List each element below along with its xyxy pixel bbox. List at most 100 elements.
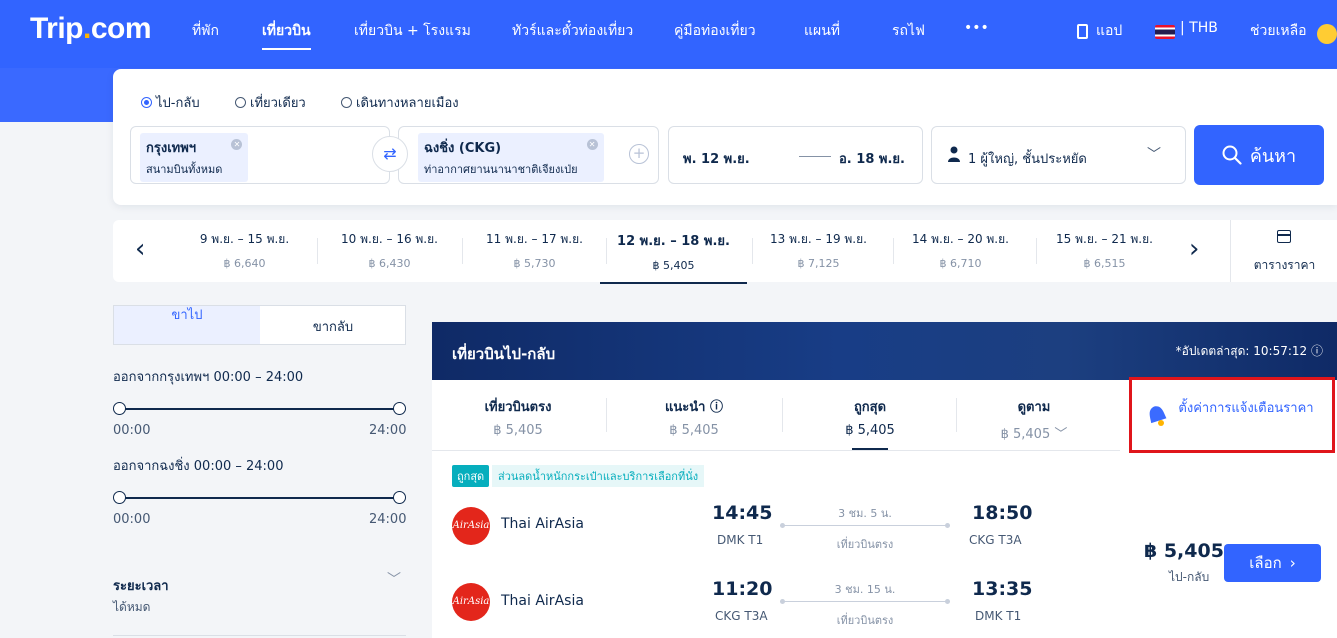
airline-name: Thai AirAsia [501, 593, 584, 609]
flight-duration: 3 ชม. 15 น. [834, 583, 896, 596]
date-option[interactable]: 13 พ.ย. – 19 พ.ย. ฿ 7,125 [747, 230, 890, 270]
results-panel: เที่ยวบินไป-กลับ *อัปเดตล่าสุด: 10:57:12… [432, 322, 1337, 638]
departure-time-filter-label: ออกจากกรุงเทพฯ 00:00 – 24:00 [113, 370, 304, 385]
search-button[interactable]: ค้นหา [1194, 125, 1324, 185]
radio-icon [341, 97, 352, 108]
sort-tab-direct[interactable]: เที่ยวบินตรง฿ 5,405 [432, 396, 604, 438]
nav-item-guides[interactable]: คู่มือท่องเที่ยว [674, 20, 756, 48]
duration-filter-value: ได้หมด [113, 600, 151, 614]
last-updated-text: *อัปเดตล่าสุด: 10:57:12 [1175, 344, 1308, 358]
return-date: อ. 18 พ.ย. [839, 152, 905, 167]
swap-cities-button[interactable]: ⇄ [372, 136, 408, 172]
chevron-left-icon[interactable]: ‹ [135, 234, 145, 264]
nav-item-tours[interactable]: ทัวร์และตั๋วท่องเที่ยว [512, 20, 633, 48]
sort-tab-recommended[interactable]: แนะนำ ⓘ ฿ 5,405 [608, 396, 780, 438]
passenger-field[interactable]: 1 ผู้ใหญ่, ชั้นประหยัด ﹀ [931, 126, 1186, 184]
stop-info: เที่ยวบินตรง [836, 614, 894, 627]
departure-airport: DMK T1 [717, 533, 764, 547]
origin-airport: สนามบินทั้งหมด [146, 163, 223, 176]
chevron-right-icon[interactable]: › [1189, 234, 1199, 264]
coin-icon[interactable] [1317, 24, 1337, 44]
divider [782, 398, 783, 432]
slider-handle-start[interactable] [113, 491, 126, 504]
date-price: ฿ 5,730 [513, 257, 556, 270]
logo-text: Trip [30, 12, 84, 45]
arrival-airport: CKG T3A [969, 533, 1022, 547]
trip-type-oneway[interactable]: เที่ยวเดียว [235, 92, 306, 113]
radio-selected-icon [141, 97, 152, 108]
sort-tab-title: เที่ยวบินตรง [484, 400, 552, 415]
slider-max-label: 24:00 [369, 512, 407, 527]
info-icon[interactable]: ⓘ [1311, 344, 1323, 358]
duration-filter-title[interactable]: ระยะเวลา [113, 575, 169, 596]
add-destination-icon[interactable]: + [629, 144, 649, 164]
sort-tab-cheapest[interactable]: ถูกสุด฿ 5,405 [784, 396, 956, 450]
slider-handle-start[interactable] [113, 402, 126, 415]
departure-airport: CKG T3A [715, 609, 768, 623]
nav-item-hotels[interactable]: ที่พัก [192, 20, 219, 48]
cheapest-badge: ถูกสุด [452, 465, 490, 487]
date-price: ฿ 6,710 [939, 257, 982, 270]
nav-item-trains[interactable]: รถไฟ [892, 20, 925, 48]
flight-path-line [780, 599, 950, 604]
time-slider-track[interactable] [119, 408, 401, 410]
slider-min-label: 00:00 [113, 512, 151, 527]
phone-icon[interactable] [1077, 24, 1088, 39]
date-option[interactable]: 14 พ.ย. – 20 พ.ย. ฿ 6,710 [889, 230, 1032, 270]
thai-flag-icon[interactable] [1155, 25, 1175, 39]
trip-type-label: เที่ยวเดียว [250, 96, 306, 111]
date-price: ฿ 6,515 [1083, 257, 1126, 270]
date-field[interactable]: พ. 12 พ.ย. อ. 18 พ.ย. [668, 126, 923, 184]
date-price: ฿ 6,430 [368, 257, 411, 270]
date-range: 11 พ.ย. – 17 พ.ย. [486, 232, 583, 246]
origin-field[interactable]: กรุงเทพฯ สนามบินทั้งหมด ✕ [130, 126, 390, 184]
date-option[interactable]: 15 พ.ย. – 21 พ.ย. ฿ 6,515 [1033, 230, 1176, 270]
results-header: เที่ยวบินไป-กลับ *อัปเดตล่าสุด: 10:57:12… [432, 322, 1337, 380]
currency-selector[interactable]: | THB [1180, 20, 1218, 42]
date-price: ฿ 5,405 [652, 259, 695, 272]
time-slider-track[interactable] [119, 497, 401, 499]
clear-icon[interactable]: ✕ [231, 139, 243, 150]
slider-handle-end[interactable] [393, 491, 406, 504]
trip-type-roundtrip[interactable]: ไป-กลับ [141, 92, 200, 113]
trip-type-label: ไป-กลับ [156, 96, 200, 111]
person-icon [948, 146, 960, 162]
airasia-logo: AirAsia [452, 583, 490, 621]
airasia-logo: AirAsia [452, 507, 490, 545]
date-range: 15 พ.ย. – 21 พ.ย. [1056, 232, 1153, 246]
page-backdrop-left [0, 122, 120, 382]
nav-item-maps[interactable]: แผนที่ [804, 20, 840, 48]
clear-icon[interactable]: ✕ [586, 139, 598, 150]
date-option-selected[interactable]: 12 พ.ย. – 18 พ.ย. ฿ 5,405 [600, 230, 747, 284]
airline-name: Thai AirAsia [501, 516, 584, 532]
help-link[interactable]: ช่วยเหลือ [1250, 20, 1307, 48]
destination-field[interactable]: ฉงชิ่ง (CKG) ท่าอากาศยานนานาชาติเจียงเป่… [398, 126, 659, 184]
nav-item-more[interactable]: ••• [964, 20, 989, 42]
search-icon [1222, 145, 1242, 165]
trip-logo[interactable]: Trip.com [30, 12, 152, 46]
tab-return[interactable]: ขากลับ [260, 316, 405, 337]
app-link[interactable]: แอป [1096, 20, 1122, 48]
flight-price: ฿ 5,405 [1144, 540, 1224, 562]
date-range: 9 พ.ย. – 15 พ.ย. [199, 232, 290, 246]
select-flight-button[interactable]: เลือก › [1224, 544, 1321, 582]
sort-tab-price: ฿ 5,405 [493, 423, 543, 438]
last-updated: *อัปเดตล่าสุด: 10:57:12 ⓘ [1176, 342, 1323, 361]
swap-icon: ⇄ [383, 144, 397, 163]
trip-type-multicity[interactable]: เดินทางหลายเมือง [341, 92, 459, 113]
slider-handle-end[interactable] [393, 402, 406, 415]
nav-item-flights[interactable]: เที่ยวบิน [262, 20, 311, 50]
sort-tab-sort-by[interactable]: ดูตาม฿ 5,405 ﹀ [948, 396, 1120, 442]
date-option[interactable]: 11 พ.ย. – 17 พ.ย. ฿ 5,730 [463, 230, 606, 270]
filter-sidebar: ขาไป ขากลับ ออกจากกรุงเทพฯ 00:00 – 24:00… [113, 305, 406, 638]
tab-outbound[interactable]: ขาไป [114, 306, 260, 344]
chevron-down-icon[interactable]: ﹀ [387, 569, 401, 589]
sort-tabs: เที่ยวบินตรง฿ 5,405 แนะนำ ⓘ ฿ 5,405 ถูกสุ… [432, 380, 1120, 451]
nav-item-flight-hotel[interactable]: เที่ยวบิน + โรงแรม [354, 20, 471, 48]
price-calendar-button[interactable]: ตารางราคา [1230, 220, 1337, 282]
trip-type-label: เดินทางหลายเมือง [356, 96, 459, 111]
date-option[interactable]: 10 พ.ย. – 16 พ.ย. ฿ 6,430 [318, 230, 461, 270]
date-option[interactable]: 9 พ.ย. – 15 พ.ย. ฿ 6,640 [173, 230, 316, 270]
calendar-icon [1277, 230, 1291, 243]
passenger-summary: 1 ผู้ใหญ่, ชั้นประหยัด [968, 152, 1087, 167]
